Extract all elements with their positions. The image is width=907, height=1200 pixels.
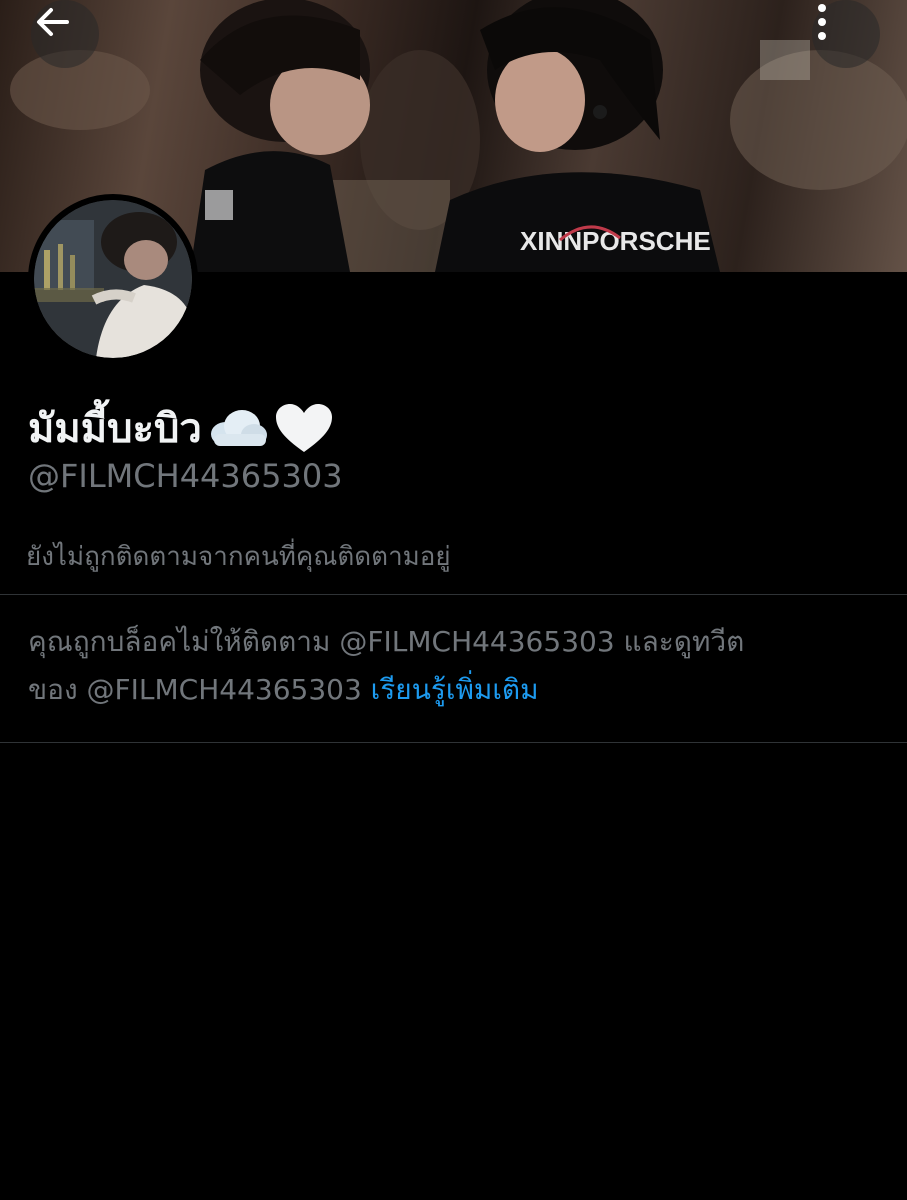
blocked-notice: คุณถูกบล็อคไม่ให้ติดตาม @FILMCH44365303 … <box>28 618 888 714</box>
banner-shirt-text: XINNPORSCHE <box>520 226 711 256</box>
profile-avatar[interactable] <box>28 194 198 364</box>
learn-more-link[interactable]: เรียนรู้เพิ่มเติม <box>371 673 539 706</box>
divider <box>0 742 907 743</box>
cloud-icon <box>206 406 270 450</box>
profile-page: XINNPORSCHE มัมมี้บะบิว @FILMCH44365303 … <box>0 0 907 1200</box>
profile-handle: @FILMCH44365303 <box>28 457 343 495</box>
divider <box>0 594 907 595</box>
arrow-left-icon <box>37 8 69 36</box>
more-vertical-icon <box>818 4 826 40</box>
display-name: มัมมี้บะบิว <box>28 396 334 460</box>
avatar-photo <box>34 200 192 358</box>
display-name-text: มัมมี้บะบิว <box>28 406 202 452</box>
follow-status-text: ยังไม่ถูกติดตามจากคนที่คุณติดตามอยู่ <box>26 542 451 572</box>
blocked-notice-line-2: ของ @FILMCH44365303 เรียนรู้เพิ่มเติม <box>28 666 888 714</box>
back-button[interactable] <box>31 0 99 68</box>
white-heart-icon <box>274 402 334 454</box>
blocked-notice-line-1: คุณถูกบล็อคไม่ให้ติดตาม @FILMCH44365303 … <box>28 625 745 658</box>
blocked-notice-line-2-text: ของ @FILMCH44365303 <box>28 673 371 706</box>
more-options-button[interactable] <box>812 0 880 68</box>
